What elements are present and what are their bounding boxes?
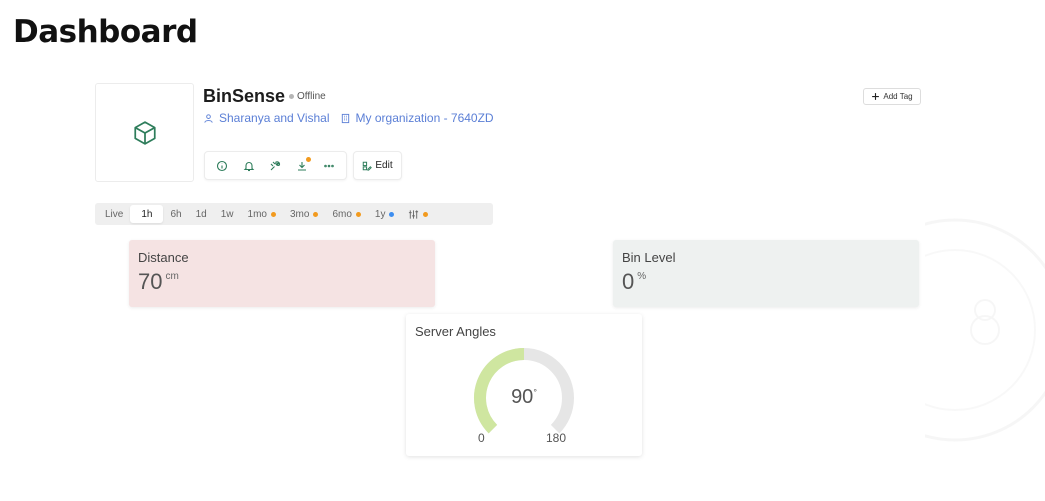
tools-button[interactable] [265,156,285,176]
edit-button[interactable]: Edit [353,151,402,180]
range-item-custom[interactable] [401,205,435,223]
distance-unit: cm [165,271,179,282]
add-tag-label: Add Tag [883,92,913,101]
cube-icon [133,120,156,145]
range-item-1mo[interactable]: 1mo [241,205,283,223]
wrench-icon [271,160,281,170]
range-label: 1d [195,208,207,220]
range-item-6h[interactable]: 6h [163,205,188,223]
device-name: BinSense [203,86,286,106]
distance-title: Distance [138,250,189,265]
distance-widget[interactable]: Distance 70 cm [129,240,435,307]
download-button[interactable] [292,156,312,176]
range-label: Live [105,208,124,220]
range-item-3mo[interactable]: 3mo [283,205,325,223]
range-label: 1mo [247,208,267,220]
alerts-button[interactable] [239,156,259,176]
more-icon [323,164,334,167]
building-icon [341,113,349,123]
status-dot [289,94,294,99]
distance-value: 70 [138,269,163,294]
range-item-6mo[interactable]: 6mo [325,205,367,223]
info-button[interactable] [212,156,232,176]
edit-label: Edit [375,160,393,171]
range-item-1h[interactable]: 1h [130,205,164,223]
gauge-min-label: 0 [478,431,485,445]
range-item-1w[interactable]: 1w [214,205,241,223]
range-indicator-dot [423,211,429,217]
sliders-icon [409,209,419,219]
organization-link[interactable]: My organization - 7640ZD [340,111,494,125]
range-item-1d[interactable]: 1d [189,205,214,223]
plus-icon [872,93,880,100]
status-label: Offline [297,91,326,102]
range-indicator-dot [389,211,395,217]
bin-level-title: Bin Level [622,250,676,265]
range-indicator-dot [355,211,361,217]
info-icon [217,160,228,171]
servo-value-row: 90° [406,386,642,409]
bin-level-value: 0 [622,269,635,294]
servo-gauge [474,348,574,434]
gauge-max-label: 180 [546,431,567,445]
range-item-1y[interactable]: 1y [368,205,402,223]
page-title: Dashboard [13,14,198,50]
range-label: 1w [220,208,234,220]
download-badge [306,156,312,162]
add-tag-button[interactable]: Add Tag [863,88,921,105]
device-toolbar [204,151,347,180]
range-label: 3mo [289,208,310,220]
bin-level-value-row: 0 % [622,269,910,295]
status-badge: Offline [289,91,326,102]
edit-dashboard-icon [363,161,373,171]
servo-value: 90 [511,386,534,408]
bin-level-unit: % [637,271,647,282]
owner-link[interactable]: Sharanya and Vishal [203,111,330,125]
bell-icon [243,161,255,171]
range-item-live[interactable]: Live [98,205,130,223]
range-label: 6mo [332,208,352,220]
device-meta: Sharanya and Vishal My organization - 76… [203,111,494,125]
range-label: 6h [170,208,182,220]
servo-angle-widget[interactable]: Server Angles 90° 0 180 [406,314,642,456]
device-thumbnail [95,83,194,182]
servo-unit: ° [533,387,537,398]
user-icon [204,113,213,123]
organization-label: My organization - 7640ZD [355,111,494,125]
range-label: 1h [141,208,153,220]
bin-level-widget[interactable]: Bin Level 0 % [613,240,919,307]
time-range-selector: Live 1h 6h 1d 1w 1mo 3mo 6mo 1y [95,203,493,225]
owner-label: Sharanya and Vishal [219,111,330,125]
range-label: 1y [374,208,386,220]
range-indicator-dot [270,211,276,217]
watermark-emblem [925,218,1045,442]
range-indicator-dot [313,211,319,217]
more-button[interactable] [319,156,339,176]
distance-value-row: 70 cm [138,269,426,295]
